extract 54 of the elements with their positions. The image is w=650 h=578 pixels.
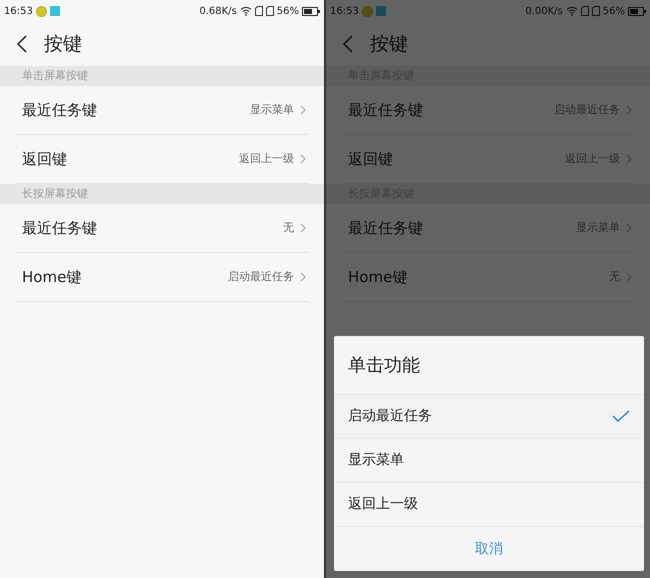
- row-value: 无: [283, 220, 294, 236]
- settings-row[interactable]: 最近任务键 显示菜单: [15, 86, 309, 135]
- chevron-icon: [626, 105, 632, 115]
- row-value: 返回上一级: [239, 150, 294, 167]
- row-value: 启动最近任务: [554, 102, 620, 118]
- battery-icon: [628, 6, 646, 16]
- back-icon: [343, 35, 353, 53]
- option-item[interactable]: 显示菜单: [334, 439, 644, 483]
- check-icon: [612, 410, 630, 423]
- battery-percent: 56%: [602, 4, 625, 18]
- app-icon: [50, 6, 60, 16]
- row-value: 显示菜单: [250, 102, 294, 118]
- row-label: 最近任务键: [348, 218, 423, 239]
- settings-row[interactable]: 最近任务键 无: [15, 204, 309, 253]
- chevron-icon: [300, 272, 306, 282]
- network-speed: 0.68K/s: [199, 4, 237, 18]
- notification-icon: [362, 6, 373, 16]
- option-label: 启动最近任务: [348, 407, 432, 426]
- status-time: 16:53: [4, 4, 33, 18]
- option-item[interactable]: 返回上一级: [334, 483, 644, 527]
- page-title: 按键: [370, 32, 408, 57]
- section-header: 单击屏幕按键: [0, 66, 324, 86]
- row-label: 最近任务键: [22, 218, 97, 239]
- section-header: 长按屏幕按键: [0, 184, 324, 204]
- row-value: 显示菜单: [576, 220, 620, 236]
- option-label: 显示菜单: [348, 451, 404, 470]
- row-label: 返回键: [22, 148, 67, 170]
- chevron-icon: [300, 105, 306, 115]
- back-icon: [17, 35, 27, 53]
- row-value: 启动最近任务: [228, 268, 294, 285]
- chevron-icon: [300, 223, 306, 233]
- settings-row[interactable]: Home键 启动最近任务: [15, 253, 309, 302]
- row-value: 无: [609, 268, 620, 285]
- row-label: 返回键: [348, 148, 393, 170]
- chevron-icon: [626, 154, 632, 164]
- row-label: Home键: [348, 266, 408, 288]
- app-icon: [376, 6, 386, 16]
- wifi-icon: [240, 6, 252, 16]
- row-label: 最近任务键: [22, 100, 97, 121]
- chevron-icon: [626, 272, 632, 282]
- wifi-icon: [566, 6, 578, 16]
- row-label: 最近任务键: [348, 100, 423, 121]
- battery-percent: 56%: [276, 4, 299, 18]
- page-title: 按键: [44, 32, 82, 57]
- chevron-icon: [300, 154, 306, 164]
- dialog-title: 单击功能: [348, 354, 420, 378]
- notification-icon: [36, 6, 47, 16]
- option-label: 返回上一级: [348, 495, 418, 514]
- battery-icon: [302, 6, 320, 16]
- row-label: Home键: [22, 266, 82, 288]
- chevron-icon: [626, 223, 632, 233]
- network-speed: 0.00K/s: [525, 4, 563, 18]
- row-value: 返回上一级: [565, 150, 620, 167]
- status-time: 16:53: [330, 4, 359, 18]
